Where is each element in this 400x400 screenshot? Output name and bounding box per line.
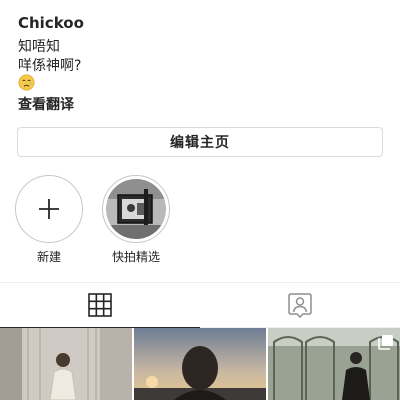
story-thumbnail-icon [106,179,166,239]
plus-icon [39,199,59,219]
profile-tab-bar [0,282,400,328]
bio-line-2: 咩係神啊? [18,58,82,74]
post-thumbnail[interactable] [268,328,400,400]
highlight-story-label: 快拍精选 [111,250,160,264]
see-translation-link[interactable]: 查看翻译 [18,94,74,114]
posts-grid [0,327,400,400]
post-thumbnail[interactable] [0,328,132,400]
tab-tagged[interactable] [200,283,400,328]
photo-thumbnail-icon [134,328,266,400]
crying-face-emoji-icon [18,74,35,91]
profile-username: Chickoo [18,14,84,32]
highlight-new[interactable]: 新建 [14,175,84,265]
highlight-new-label: 新建 [36,250,61,264]
edit-profile-button[interactable]: 编辑主页 [17,127,383,157]
post-thumbnail[interactable] [134,328,266,400]
photo-thumbnail-icon [0,328,132,400]
grid-icon [88,293,112,317]
new-highlight-circle[interactable] [15,175,83,243]
bio-line-1: 知唔知 [18,39,60,55]
story-highlight-circle[interactable] [102,175,170,243]
multiple-photos-icon [378,335,393,350]
highlight-story[interactable]: 快拍精选 [101,175,171,265]
tab-grid[interactable] [0,283,200,328]
tagged-person-icon [288,293,312,318]
